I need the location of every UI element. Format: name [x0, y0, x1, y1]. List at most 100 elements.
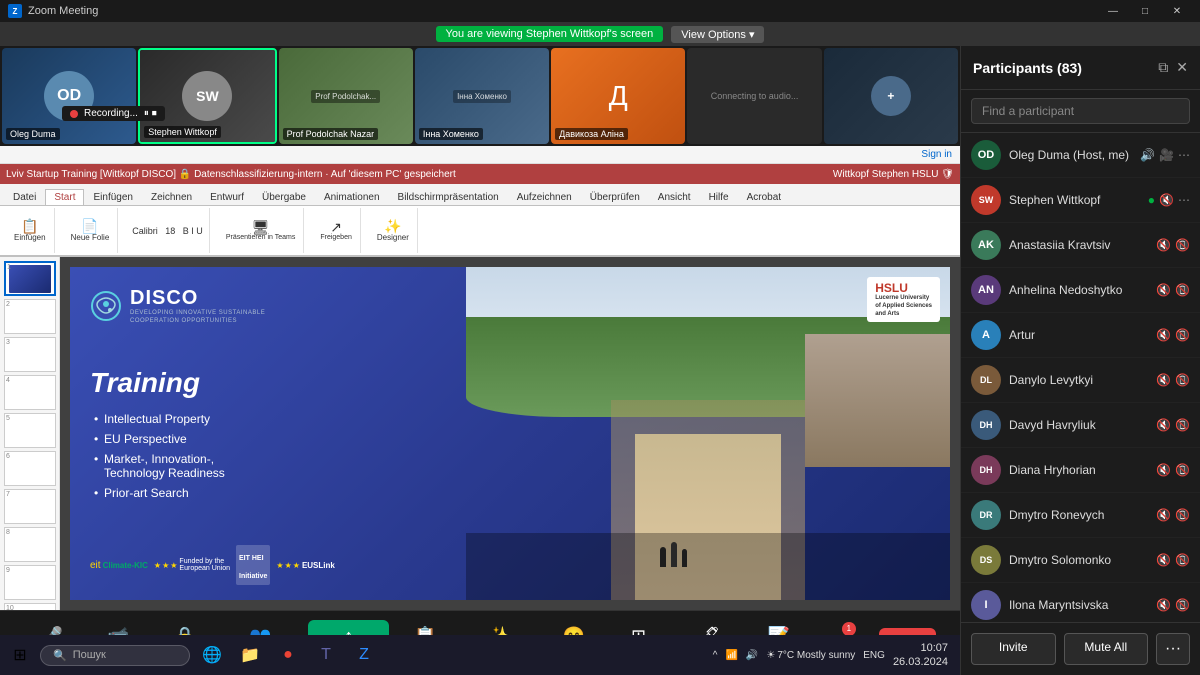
tab-acrobat[interactable]: Acrobat: [738, 189, 790, 205]
ribbon-btn-freigeben[interactable]: ↗Freigeben: [318, 218, 354, 243]
start-button[interactable]: ⊞: [4, 639, 36, 671]
artur-cam-icon: 📵: [1175, 328, 1190, 342]
participant-row-anhelina: AN Anhelina Nedoshytko 🔇 📵: [961, 268, 1200, 313]
participant-avatar-oleg: OD: [971, 140, 1001, 170]
participant-name-alina: Давикоза Аліна: [555, 128, 628, 140]
hslu-text: HSLU: [875, 281, 932, 295]
video-thumb-connecting[interactable]: Connecting to audio...: [687, 48, 821, 144]
view-options-button[interactable]: View Options ▾: [671, 26, 764, 43]
a-cam-off-icon: 📵: [1175, 238, 1190, 252]
clock-time: 10:07: [893, 641, 948, 655]
participant-avatar-dmytro-s: DS: [971, 545, 1001, 575]
slide-thumb-8[interactable]: 8: [4, 527, 56, 562]
stephen-status-icon: ●: [1148, 193, 1155, 207]
title-bar: Z Zoom Meeting — □ ✕: [0, 0, 1200, 22]
tab-einfuegen[interactable]: Einfügen: [84, 189, 141, 205]
participant-row-diana: DH Diana Hryhorian 🔇 📵: [961, 448, 1200, 493]
taskbar-app-chrome[interactable]: ●: [270, 637, 306, 673]
taskbar-search[interactable]: 🔍 Пошук: [40, 645, 190, 666]
invite-button[interactable]: Invite: [971, 633, 1056, 665]
hslu-logo: HSLU Lucerne Universityof Applied Scienc…: [867, 277, 940, 322]
participant-search-input[interactable]: [971, 98, 1190, 124]
tab-entwurf[interactable]: Entwurf: [201, 189, 253, 205]
ribbon-btn-designer[interactable]: ✨Designer: [375, 217, 411, 244]
tab-praesentation[interactable]: Bildschirmpräsentation: [389, 189, 508, 205]
a-mic-mute-icon: 🔇: [1156, 238, 1171, 252]
tab-ansicht[interactable]: Ansicht: [649, 189, 700, 205]
tab-datei[interactable]: Datei: [4, 189, 45, 205]
tray-chevron-icon[interactable]: ^: [713, 650, 718, 661]
video-thumb-alina[interactable]: Д Давикоза Аліна: [551, 48, 685, 144]
participant-name-artur: Artur: [1009, 328, 1148, 342]
slide-thumb-10[interactable]: 10: [4, 603, 56, 610]
tab-aufzeichnen[interactable]: Aufzeichnen: [508, 189, 581, 205]
slide-thumb-6[interactable]: 6: [4, 451, 56, 486]
tab-zeichnen[interactable]: Zeichnen: [142, 189, 201, 205]
participant-controls-ilona: 🔇 📵: [1156, 598, 1190, 612]
tab-ueberpruefen[interactable]: Überprüfen: [581, 189, 649, 205]
ribbon-btn-neue-folie[interactable]: 📄Neue Folie: [69, 217, 112, 244]
disco-logo: DISCO DEVELOPING INNOVATIVE SUSTAINABLEC…: [90, 287, 446, 326]
tab-animationen[interactable]: Animationen: [315, 189, 389, 205]
diana-mic-icon: 🔇: [1156, 463, 1171, 477]
dl-cam-icon: 📵: [1175, 373, 1190, 387]
participants-list: OD Oleg Duma (Host, me) 🔊 🎥 ⋯ SW Stephen…: [961, 133, 1200, 622]
recording-dot: [70, 110, 78, 118]
training-item-3: Market-, Innovation-,Technology Readines…: [90, 449, 446, 483]
panel-title-text: Participants: [973, 60, 1053, 76]
disco-slide: DISCO DEVELOPING INNOVATIVE SUSTAINABLEC…: [70, 267, 950, 600]
slide-thumb-4[interactable]: 4: [4, 375, 56, 410]
panel-popout-icon[interactable]: ⧉: [1158, 59, 1168, 76]
ribbon-app-bar: Lviv Startup Training [Wittkopf DISCO] 🔒…: [0, 164, 960, 184]
participant-controls-davyd: 🔇 📵: [1156, 418, 1190, 432]
taskbar-search-label: Пошук: [73, 649, 106, 661]
tab-start[interactable]: Start: [45, 189, 84, 205]
screen-share-notice: You are viewing Stephen Wittkopf's scree…: [436, 26, 664, 42]
ribbon-btn-praesentation[interactable]: 🖥Präsentieren in Teams: [224, 218, 298, 243]
host-mic-icon: 🔊: [1140, 148, 1155, 162]
minimize-button[interactable]: —: [1098, 0, 1128, 22]
participant-name-oleg-panel: Oleg Duma (Host, me): [1009, 148, 1132, 162]
video-thumb-inna[interactable]: Інна Хоменко Інна Хоменко: [415, 48, 549, 144]
taskbar-tray: ^ 📶 🔊 ☀ 7°C Mostly sunny ENG 10:07 26.03…: [713, 641, 956, 670]
tray-speaker-icon: 🔊: [746, 650, 758, 661]
ds-mic-icon: 🔇: [1156, 553, 1171, 567]
video-thumb-oleg[interactable]: OD Oleg Duma: [2, 48, 136, 144]
video-thumb-extra[interactable]: +: [824, 48, 958, 144]
tray-network-icon: 📶: [725, 650, 737, 661]
panel-more-button[interactable]: ···: [1156, 633, 1190, 665]
participant-name-dmytro-s: Dmytro Solomonko: [1009, 553, 1148, 567]
ribbon-btn-einfuegen[interactable]: 📋Einfügen: [12, 217, 48, 244]
slide-thumb-7[interactable]: 7: [4, 489, 56, 524]
signin-link[interactable]: Sign in: [921, 149, 952, 160]
taskbar-app-edge[interactable]: 🌐: [194, 637, 230, 673]
participant-avatar-dmytro-r: DR: [971, 500, 1001, 530]
participant-avatar-stephen: SW: [971, 185, 1001, 215]
tab-hilfe[interactable]: Hilfe: [700, 189, 738, 205]
tab-uebergabe[interactable]: Übergabe: [253, 189, 315, 205]
slide-thumbnails: 1 2 3 4 5 6 7 8 9 10 11 12 13 14 15 16 🎨: [0, 257, 60, 610]
slide-main: DISCO DEVELOPING INNOVATIVE SUSTAINABLEC…: [60, 257, 960, 610]
panel-close-icon[interactable]: ✕: [1176, 59, 1188, 76]
participant-row-oleg: OD Oleg Duma (Host, me) 🔊 🎥 ⋯: [961, 133, 1200, 178]
taskbar-app-teams[interactable]: T: [308, 637, 344, 673]
slide-thumb-1[interactable]: 1: [4, 261, 56, 296]
mute-all-button[interactable]: Mute All: [1064, 633, 1149, 665]
video-thumb-stephen[interactable]: SW Stephen Wittkopf: [138, 48, 276, 144]
slide-thumb-2[interactable]: 2: [4, 299, 56, 334]
participant-controls-artur: 🔇 📵: [1156, 328, 1190, 342]
participant-controls-danylo: 🔇 📵: [1156, 373, 1190, 387]
slide-thumb-3[interactable]: 3: [4, 337, 56, 372]
taskbar-app-explorer[interactable]: 📁: [232, 637, 268, 673]
taskbar-app-zoom[interactable]: Z: [346, 637, 382, 673]
recording-controls[interactable]: ⏸ ⏹: [144, 108, 157, 119]
slide-thumb-5[interactable]: 5: [4, 413, 56, 448]
maximize-button[interactable]: □: [1130, 0, 1160, 22]
video-thumb-prof[interactable]: Prof Podolchak... Prof Podolchak Nazar: [279, 48, 413, 144]
notification-bar: You are viewing Stephen Wittkopf's scree…: [0, 22, 1200, 46]
participant-row-davyd: DH Davyd Havryliuk 🔇 📵: [961, 403, 1200, 448]
participant-controls-diana: 🔇 📵: [1156, 463, 1190, 477]
close-button[interactable]: ✕: [1162, 0, 1192, 22]
dr-mic-icon: 🔇: [1156, 508, 1171, 522]
slide-thumb-9[interactable]: 9: [4, 565, 56, 600]
